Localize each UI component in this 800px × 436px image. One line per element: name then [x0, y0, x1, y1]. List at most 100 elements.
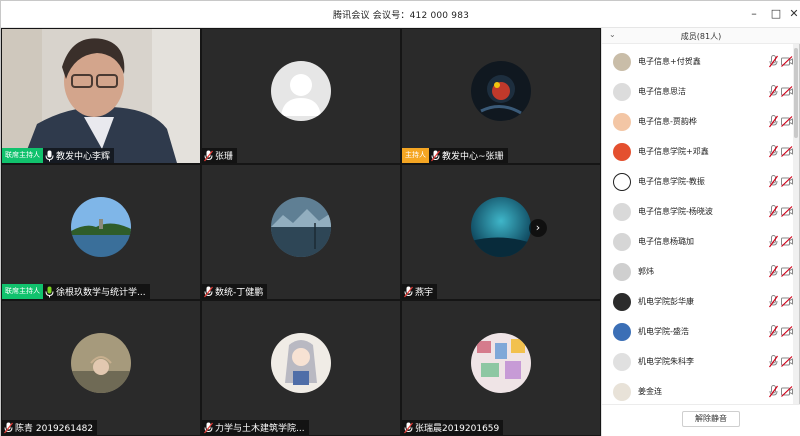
- video-tile[interactable]: 燕宇: [402, 165, 600, 299]
- participant-name: 教发中心~张珊: [442, 152, 504, 162]
- member-avatar: [613, 263, 631, 281]
- video-tile[interactable]: 陈青 2019261482: [2, 301, 200, 435]
- title-bar: 腾讯会议 会议号：412 000 983 – □ ✕: [1, 1, 800, 28]
- mic-muted-icon[interactable]: [769, 265, 778, 278]
- participant-name: 教发中心李辉: [56, 152, 111, 162]
- scrollbar-thumb[interactable]: [794, 48, 798, 138]
- participant-video: [2, 29, 200, 163]
- members-count-title: 成员(81人): [680, 32, 722, 41]
- camera-off-icon[interactable]: [781, 386, 793, 397]
- mic-muted-icon[interactable]: [769, 385, 778, 398]
- mic-icon: [45, 150, 54, 161]
- participant-namebar: 张瑞晨2019201659: [402, 420, 504, 435]
- video-tile[interactable]: 张瑞晨2019201659: [402, 301, 600, 435]
- member-name: 电子信息-贾韵桦: [638, 117, 697, 126]
- mic-muted-icon[interactable]: [769, 205, 778, 218]
- participant-name: 数统-丁健鹏: [215, 288, 264, 298]
- camera-off-icon[interactable]: [781, 86, 793, 97]
- members-scrollbar[interactable]: [793, 44, 799, 404]
- meeting-window: 腾讯会议 会议号：412 000 983 – □ ✕ 联席主持人 教发中心李辉: [0, 0, 800, 436]
- mic-muted-icon: [204, 286, 213, 297]
- camera-off-icon[interactable]: [781, 116, 793, 127]
- minimize-button[interactable]: –: [745, 5, 763, 23]
- member-row[interactable]: 电子信息思洁: [602, 77, 793, 107]
- video-tile[interactable]: 张珊: [202, 29, 400, 163]
- participant-name: 徐根玖数学与统计学...: [56, 288, 146, 298]
- participant-avatar: [71, 197, 131, 257]
- mic-muted-icon[interactable]: [769, 175, 778, 188]
- mic-muted-icon[interactable]: [769, 355, 778, 368]
- member-name: 机电学院-盛浩: [638, 327, 689, 336]
- camera-off-icon[interactable]: [781, 266, 793, 277]
- member-avatar: [613, 293, 631, 311]
- maximize-button[interactable]: □: [767, 5, 785, 23]
- camera-off-icon[interactable]: [781, 56, 793, 67]
- camera-off-icon[interactable]: [781, 236, 793, 247]
- next-page-button[interactable]: ›: [529, 219, 547, 237]
- participant-namebar: 燕宇: [402, 284, 438, 299]
- mic-muted-icon[interactable]: [769, 295, 778, 308]
- camera-off-icon[interactable]: [781, 356, 793, 367]
- member-row[interactable]: 电子信息学院+邓鑫: [602, 137, 793, 167]
- member-avatar: [613, 173, 631, 191]
- video-tile[interactable]: 数统-丁健鹏: [202, 165, 400, 299]
- mic-muted-icon[interactable]: [769, 325, 778, 338]
- participant-name: 张瑞晨2019201659: [415, 424, 500, 434]
- member-row[interactable]: 姜金连: [602, 377, 793, 404]
- cohost-badge: 联席主持人: [2, 284, 43, 299]
- participant-namebar: 联席主持人 徐根玖数学与统计学...: [2, 284, 150, 299]
- member-row[interactable]: 机电学院-盛浩: [602, 317, 793, 347]
- member-avatar: [613, 113, 631, 131]
- unmute-all-button[interactable]: 解除静音: [682, 411, 740, 427]
- member-name: 电子信息学院+邓鑫: [638, 147, 709, 156]
- members-list: 电子信息+付贺鑫电子信息思洁电子信息-贾韵桦电子信息学院+邓鑫电子信息学院-教振…: [602, 44, 800, 404]
- video-tile[interactable]: 联席主持人 徐根玖数学与统计学...: [2, 165, 200, 299]
- video-tile[interactable]: 主持人 教发中心~张珊: [402, 29, 600, 163]
- members-panel-header: ⌄ 成员(81人): [602, 28, 800, 44]
- participant-name: 张珊: [215, 152, 234, 162]
- member-row[interactable]: 电子信息杨璐加: [602, 227, 793, 257]
- video-tile[interactable]: 联席主持人 教发中心李辉: [2, 29, 200, 163]
- participant-namebar: 主持人 教发中心~张珊: [402, 148, 508, 163]
- participant-namebar: 数统-丁健鹏: [202, 284, 268, 299]
- member-row[interactable]: 电子信息学院-教振: [602, 167, 793, 197]
- member-row[interactable]: 电子信息-贾韵桦: [602, 107, 793, 137]
- member-row[interactable]: 机电学院彭华康: [602, 287, 793, 317]
- member-row[interactable]: 电子信息学院-杨晓波: [602, 197, 793, 227]
- participant-namebar: 联席主持人 教发中心李辉: [2, 148, 115, 163]
- host-badge: 主持人: [402, 148, 429, 163]
- participant-avatar: [271, 333, 331, 393]
- member-row[interactable]: 郭炜: [602, 257, 793, 287]
- mic-muted-icon[interactable]: [769, 85, 778, 98]
- camera-off-icon[interactable]: [781, 326, 793, 337]
- window-title: 腾讯会议 会议号：412 000 983: [332, 11, 470, 21]
- close-button[interactable]: ✕: [785, 5, 800, 23]
- participant-namebar: 陈青 2019261482: [2, 420, 98, 435]
- camera-off-icon[interactable]: [781, 146, 793, 157]
- mic-muted-icon: [404, 422, 413, 433]
- participant-name: 力学与土木建筑学院...: [215, 424, 305, 434]
- participant-avatar: [71, 333, 131, 393]
- member-row[interactable]: 机电学院朱科李: [602, 347, 793, 377]
- mic-muted-icon[interactable]: [769, 235, 778, 248]
- mic-muted-icon: [4, 422, 13, 433]
- camera-off-icon[interactable]: [781, 206, 793, 217]
- member-name: 郭炜: [638, 267, 654, 276]
- camera-off-icon[interactable]: [781, 176, 793, 187]
- member-avatar: [613, 323, 631, 341]
- cohost-badge: 联席主持人: [2, 148, 43, 163]
- mic-muted-icon[interactable]: [769, 55, 778, 68]
- mic-muted-icon: [204, 150, 213, 161]
- mic-muted-icon[interactable]: [769, 145, 778, 158]
- video-tile[interactable]: 力学与土木建筑学院...: [202, 301, 400, 435]
- member-name: 电子信息+付贺鑫: [638, 57, 701, 66]
- members-panel-footer: 解除静音: [602, 404, 800, 436]
- participant-namebar: 力学与土木建筑学院...: [202, 420, 309, 435]
- mic-muted-icon[interactable]: [769, 115, 778, 128]
- members-panel: ⌄ 成员(81人) 电子信息+付贺鑫电子信息思洁电子信息-贾韵桦电子信息学院+邓…: [601, 28, 800, 436]
- mic-muted-icon: [404, 286, 413, 297]
- member-name: 电子信息学院-杨晓波: [638, 207, 713, 216]
- camera-off-icon[interactable]: [781, 296, 793, 307]
- member-name: 姜金连: [638, 387, 662, 396]
- member-row[interactable]: 电子信息+付贺鑫: [602, 47, 793, 77]
